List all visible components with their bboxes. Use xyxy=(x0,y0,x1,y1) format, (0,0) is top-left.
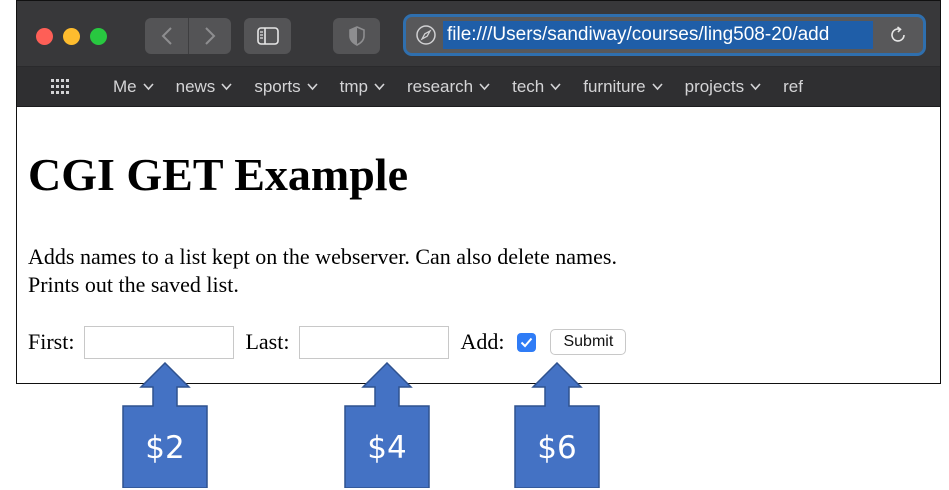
up-arrow-callout-shape xyxy=(514,362,600,488)
chevron-down-icon xyxy=(750,82,761,90)
description-line-2: Prints out the saved list. xyxy=(28,272,239,297)
chevron-down-icon xyxy=(143,82,154,90)
favorite-news[interactable]: news xyxy=(176,77,233,97)
chevron-down-icon xyxy=(652,82,663,90)
favorite-label: tmp xyxy=(339,76,368,96)
callout-last: $4 xyxy=(343,362,431,488)
first-name-input[interactable] xyxy=(84,325,235,359)
favorite-label: tech xyxy=(512,76,545,96)
callout-label: $6 xyxy=(537,430,577,466)
first-label: First: xyxy=(28,329,75,354)
favorite-tmp[interactable]: tmp xyxy=(340,77,385,97)
favorite-me[interactable]: Me xyxy=(113,77,154,97)
chevron-right-icon xyxy=(205,27,216,45)
favorite-tech[interactable]: tech xyxy=(512,77,561,97)
favorite-label: research xyxy=(406,76,474,96)
up-arrow-callout-shape xyxy=(344,362,430,488)
back-button[interactable] xyxy=(145,18,188,54)
chevron-down-icon xyxy=(550,82,561,90)
favorite-label: ref xyxy=(783,76,803,96)
sidebar-toggle-button[interactable] xyxy=(244,18,291,54)
favorite-sports[interactable]: sports xyxy=(254,76,318,97)
browser-toolbar: file:///Users/sandiway/courses/ling508-2… xyxy=(17,1,940,67)
callout-label: $4 xyxy=(367,430,407,466)
favorite-research[interactable]: research xyxy=(407,77,490,97)
submit-button[interactable]: Submit xyxy=(550,329,627,355)
favorite-projects[interactable]: projects xyxy=(685,77,762,97)
chevron-down-icon xyxy=(479,82,490,90)
forward-button[interactable] xyxy=(188,18,231,54)
privacy-report-button[interactable] xyxy=(333,18,380,54)
up-arrow-callout-shape xyxy=(122,362,208,488)
navigation-buttons xyxy=(145,18,231,54)
favorite-label: sports xyxy=(254,76,301,96)
callout-label: $2 xyxy=(145,430,185,466)
description-line-1: Adds names to a list kept on the webserv… xyxy=(28,244,617,269)
name-form: First: Last: Add: Submit xyxy=(28,325,627,359)
favorite-label: news xyxy=(175,76,216,96)
chevron-down-icon xyxy=(374,82,385,90)
sidebar-icon xyxy=(256,27,279,45)
close-window-button[interactable] xyxy=(36,28,53,45)
chevron-down-icon xyxy=(221,82,232,90)
page-content: CGI GET Example Adds names to a list kep… xyxy=(17,108,940,383)
checkmark-icon xyxy=(521,337,533,347)
add-checkbox[interactable] xyxy=(517,332,537,352)
favorite-ref[interactable]: ref xyxy=(783,77,803,97)
maximize-window-button[interactable] xyxy=(90,28,107,45)
page-description: Adds names to a list kept on the webserv… xyxy=(28,243,617,299)
last-name-input[interactable] xyxy=(299,325,450,359)
address-bar[interactable]: file:///Users/sandiway/courses/ling508-2… xyxy=(403,14,926,56)
favorite-label: furniture xyxy=(583,76,646,96)
last-label: Last: xyxy=(245,329,290,354)
favorites-bar: Me news sports tmp research tech furnitu… xyxy=(17,67,940,107)
favorite-label: Me xyxy=(113,76,137,96)
url-text[interactable]: file:///Users/sandiway/courses/ling508-2… xyxy=(443,21,873,49)
callout-add: $6 xyxy=(513,362,601,488)
reload-icon[interactable] xyxy=(887,24,909,46)
grid-icon[interactable] xyxy=(51,78,69,95)
favorite-label: projects xyxy=(684,76,745,96)
minimize-window-button[interactable] xyxy=(63,28,80,45)
callout-first: $2 xyxy=(121,362,209,488)
compass-icon xyxy=(416,25,436,45)
add-label: Add: xyxy=(460,329,505,354)
page-title: CGI GET Example xyxy=(28,149,408,200)
chevron-down-icon xyxy=(307,82,318,90)
shield-icon xyxy=(348,26,365,46)
browser-window: file:///Users/sandiway/courses/ling508-2… xyxy=(16,0,941,384)
chevron-left-icon xyxy=(161,27,172,45)
favorite-furniture[interactable]: furniture xyxy=(583,76,663,97)
